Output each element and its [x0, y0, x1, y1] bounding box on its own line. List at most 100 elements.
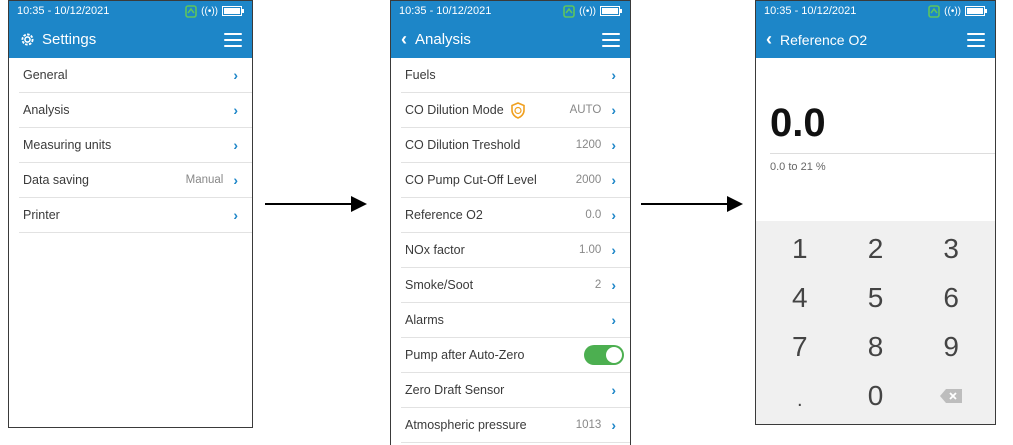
chevron-right-icon: › [611, 312, 616, 328]
settings-item-general[interactable]: General › [19, 58, 252, 93]
status-time: 10:35 - 10/12/2021 [764, 5, 857, 17]
reference-o2-value[interactable]: 0.0 [770, 101, 826, 146]
item-value: 2000 [575, 174, 602, 186]
title-bar: Settings [9, 21, 252, 58]
chevron-right-icon: › [233, 207, 238, 223]
chevron-right-icon: › [611, 102, 616, 118]
title-bar: ‹ Analysis [391, 21, 630, 58]
chevron-right-icon: › [611, 382, 616, 398]
key-0[interactable]: 0 [838, 371, 914, 420]
item-label: Analysis [23, 103, 70, 117]
hamburger-menu-icon[interactable] [967, 32, 985, 47]
co-shield-icon [510, 101, 525, 119]
analysis-list: Fuels › CO Dilution Mode AUTO › CO Diluti… [401, 58, 630, 443]
gear-icon [21, 33, 34, 46]
status-bar: 10:35 - 10/12/2021 ((•)) [391, 1, 630, 21]
device-status-icon [185, 4, 197, 18]
wireless-icon: ((•)) [201, 5, 218, 17]
item-label: Pump after Auto-Zero [405, 348, 525, 362]
item-label: Printer [23, 208, 60, 222]
analysis-item-alarms[interactable]: Alarms › [401, 303, 630, 338]
analysis-item-atmospheric-pressure[interactable]: Atmospheric pressure 1013 › [401, 408, 630, 443]
key-1[interactable]: 1 [762, 225, 838, 274]
item-value: 0.0 [585, 209, 602, 221]
chevron-right-icon: › [611, 67, 616, 83]
title-bar: ‹ Reference O2 [756, 21, 995, 58]
chevron-right-icon: › [611, 417, 616, 433]
item-value: 1200 [575, 139, 602, 151]
key-3[interactable]: 3 [913, 225, 989, 274]
analysis-screen: 10:35 - 10/12/2021 ((•)) ‹ Analysis Fuel… [390, 0, 631, 445]
hamburger-menu-icon[interactable] [602, 32, 620, 47]
chevron-right-icon: › [611, 137, 616, 153]
analysis-item-smoke-soot[interactable]: Smoke/Soot 2 › [401, 268, 630, 303]
key-7[interactable]: 7 [762, 323, 838, 372]
hamburger-menu-icon[interactable] [224, 32, 242, 47]
status-bar: 10:35 - 10/12/2021 ((•)) [756, 1, 995, 21]
chevron-right-icon: › [611, 242, 616, 258]
wireless-icon: ((•)) [579, 5, 596, 17]
settings-list: General › Analysis › Measuring units › Data… [19, 58, 252, 233]
back-chevron-icon[interactable]: ‹ [401, 29, 407, 50]
chevron-right-icon: › [611, 277, 616, 293]
item-label: Zero Draft Sensor [405, 383, 505, 397]
item-label: Data saving [23, 173, 90, 187]
analysis-item-co-dilution-threshold[interactable]: CO Dilution Treshold 1200 › [401, 128, 630, 163]
status-time: 10:35 - 10/12/2021 [399, 5, 492, 17]
flow-arrow-icon [641, 196, 743, 212]
status-bar: 10:35 - 10/12/2021 ((•)) [9, 1, 252, 21]
device-status-icon [928, 4, 940, 18]
battery-icon [222, 6, 244, 16]
chevron-right-icon: › [611, 207, 616, 223]
analysis-item-co-dilution-mode[interactable]: CO Dilution Mode AUTO › [401, 93, 630, 128]
backspace-key[interactable] [913, 371, 989, 420]
key-4[interactable]: 4 [762, 274, 838, 323]
battery-icon [600, 6, 622, 16]
battery-icon [965, 6, 987, 16]
analysis-item-reference-o2[interactable]: Reference O2 0.0 › [401, 198, 630, 233]
analysis-item-co-pump-cutoff[interactable]: CO Pump Cut-Off Level 2000 › [401, 163, 630, 198]
reference-o2-screen: 10:35 - 10/12/2021 ((•)) ‹ Reference O2 … [755, 0, 996, 425]
chevron-right-icon: › [611, 172, 616, 188]
settings-screen: 10:35 - 10/12/2021 ((•)) Settings Genera… [8, 0, 253, 428]
item-label: Measuring units [23, 138, 112, 152]
item-value: AUTO [569, 104, 602, 116]
flow-arrow-icon [265, 196, 367, 212]
key-5[interactable]: 5 [838, 274, 914, 323]
key-2[interactable]: 2 [838, 225, 914, 274]
item-label: NOx factor [405, 243, 465, 257]
item-label: CO Pump Cut-Off Level [405, 173, 537, 187]
item-label: Alarms [405, 313, 444, 327]
key-decimal[interactable]: . [762, 371, 838, 420]
backspace-icon [940, 388, 963, 403]
item-label: Fuels [405, 68, 436, 82]
divider [770, 153, 995, 154]
item-label: Reference O2 [405, 208, 483, 222]
pump-after-autozero-toggle[interactable] [584, 345, 624, 365]
back-chevron-icon[interactable]: ‹ [766, 29, 772, 50]
item-label: CO Dilution Treshold [405, 138, 521, 152]
value-range: 0.0 to 21 % [770, 161, 826, 173]
key-6[interactable]: 6 [913, 274, 989, 323]
chevron-right-icon: › [233, 102, 238, 118]
item-value: 1013 [575, 419, 602, 431]
item-value: 1.00 [578, 244, 602, 256]
page-title: Settings [42, 31, 97, 48]
key-8[interactable]: 8 [838, 323, 914, 372]
settings-item-analysis[interactable]: Analysis › [19, 93, 252, 128]
analysis-item-zero-draft-sensor[interactable]: Zero Draft Sensor › [401, 373, 630, 408]
settings-item-printer[interactable]: Printer › [19, 198, 252, 233]
page-title: Analysis [415, 31, 471, 48]
status-time: 10:35 - 10/12/2021 [17, 5, 110, 17]
analysis-item-fuels[interactable]: Fuels › [401, 58, 630, 93]
numeric-keypad: 1 2 3 4 5 6 7 8 9 . 0 [756, 221, 995, 424]
settings-item-data-saving[interactable]: Data saving Manual › [19, 163, 252, 198]
device-status-icon [563, 4, 575, 18]
item-value: Manual [185, 174, 224, 186]
item-label: Atmospheric pressure [405, 418, 527, 432]
settings-item-measuring-units[interactable]: Measuring units › [19, 128, 252, 163]
key-9[interactable]: 9 [913, 323, 989, 372]
item-label: Smoke/Soot [405, 278, 474, 292]
wireless-icon: ((•)) [944, 5, 961, 17]
analysis-item-nox-factor[interactable]: NOx factor 1.00 › [401, 233, 630, 268]
